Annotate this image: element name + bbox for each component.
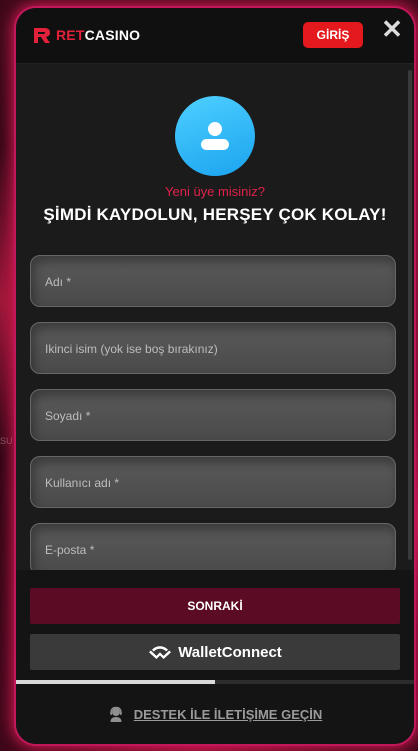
- brand-name-ret: RET: [56, 27, 85, 43]
- first-name-label: Adı *: [45, 275, 72, 289]
- email-label: E-posta *: [45, 543, 95, 557]
- signup-headline: ŞİMDİ KAYDOLUN, HERŞEY ÇOK KOLAY!: [43, 205, 387, 224]
- username-field[interactable]: Kullanıcı adı *: [30, 456, 396, 508]
- last-name-label: Soyadı *: [45, 409, 91, 423]
- username-label: Kullanıcı adı *: [45, 476, 120, 490]
- next-button[interactable]: SONRAKİ: [30, 588, 400, 624]
- login-button[interactable]: GİRİŞ: [303, 22, 363, 48]
- first-name-field[interactable]: Adı *: [30, 255, 396, 307]
- ret-logo-icon: [34, 28, 50, 43]
- support-link[interactable]: DESTEK İLE İLETİŞİME GEÇİN: [16, 706, 414, 722]
- walletconnect-icon: [149, 646, 172, 659]
- form-scrollbar[interactable]: [408, 70, 412, 560]
- brand-logo[interactable]: RETCASINO: [32, 25, 140, 45]
- email-field[interactable]: E-posta *: [30, 523, 396, 570]
- signup-subtitle: Yeni üye misiniz?: [165, 184, 265, 199]
- walletconnect-button[interactable]: WalletConnect: [30, 634, 400, 670]
- brand-name-casino: CASINO: [84, 27, 141, 43]
- form-scroll-area[interactable]: Yeni üye misiniz? ŞİMDİ KAYDOLUN, HERŞEY…: [16, 64, 414, 570]
- support-agent-icon: [109, 706, 122, 722]
- modal-header: RETCASINO GİRİŞ ✕: [16, 8, 414, 64]
- middle-name-label: Ikinci isim (yok ise boş bırakınız): [45, 342, 218, 356]
- close-icon[interactable]: ✕: [380, 16, 404, 42]
- step-progress-track: [16, 680, 414, 684]
- user-silhouette-icon: [201, 122, 229, 150]
- user-avatar-icon: [175, 96, 255, 176]
- last-name-field[interactable]: Soyadı *: [30, 389, 396, 441]
- brand-name: RETCASINO: [56, 27, 140, 43]
- modal-footer: SONRAKİ WalletConnect DESTEK İLE İLETİŞİ…: [16, 570, 414, 744]
- middle-name-field[interactable]: Ikinci isim (yok ise boş bırakınız): [30, 322, 396, 374]
- step-progress-fill: [16, 680, 215, 684]
- support-label: DESTEK İLE İLETİŞİME GEÇİN: [133, 706, 323, 722]
- walletconnect-label: WalletConnect: [178, 643, 282, 661]
- registration-modal: RETCASINO GİRİŞ ✕ Yeni üye misiniz? ŞİMD…: [14, 6, 416, 746]
